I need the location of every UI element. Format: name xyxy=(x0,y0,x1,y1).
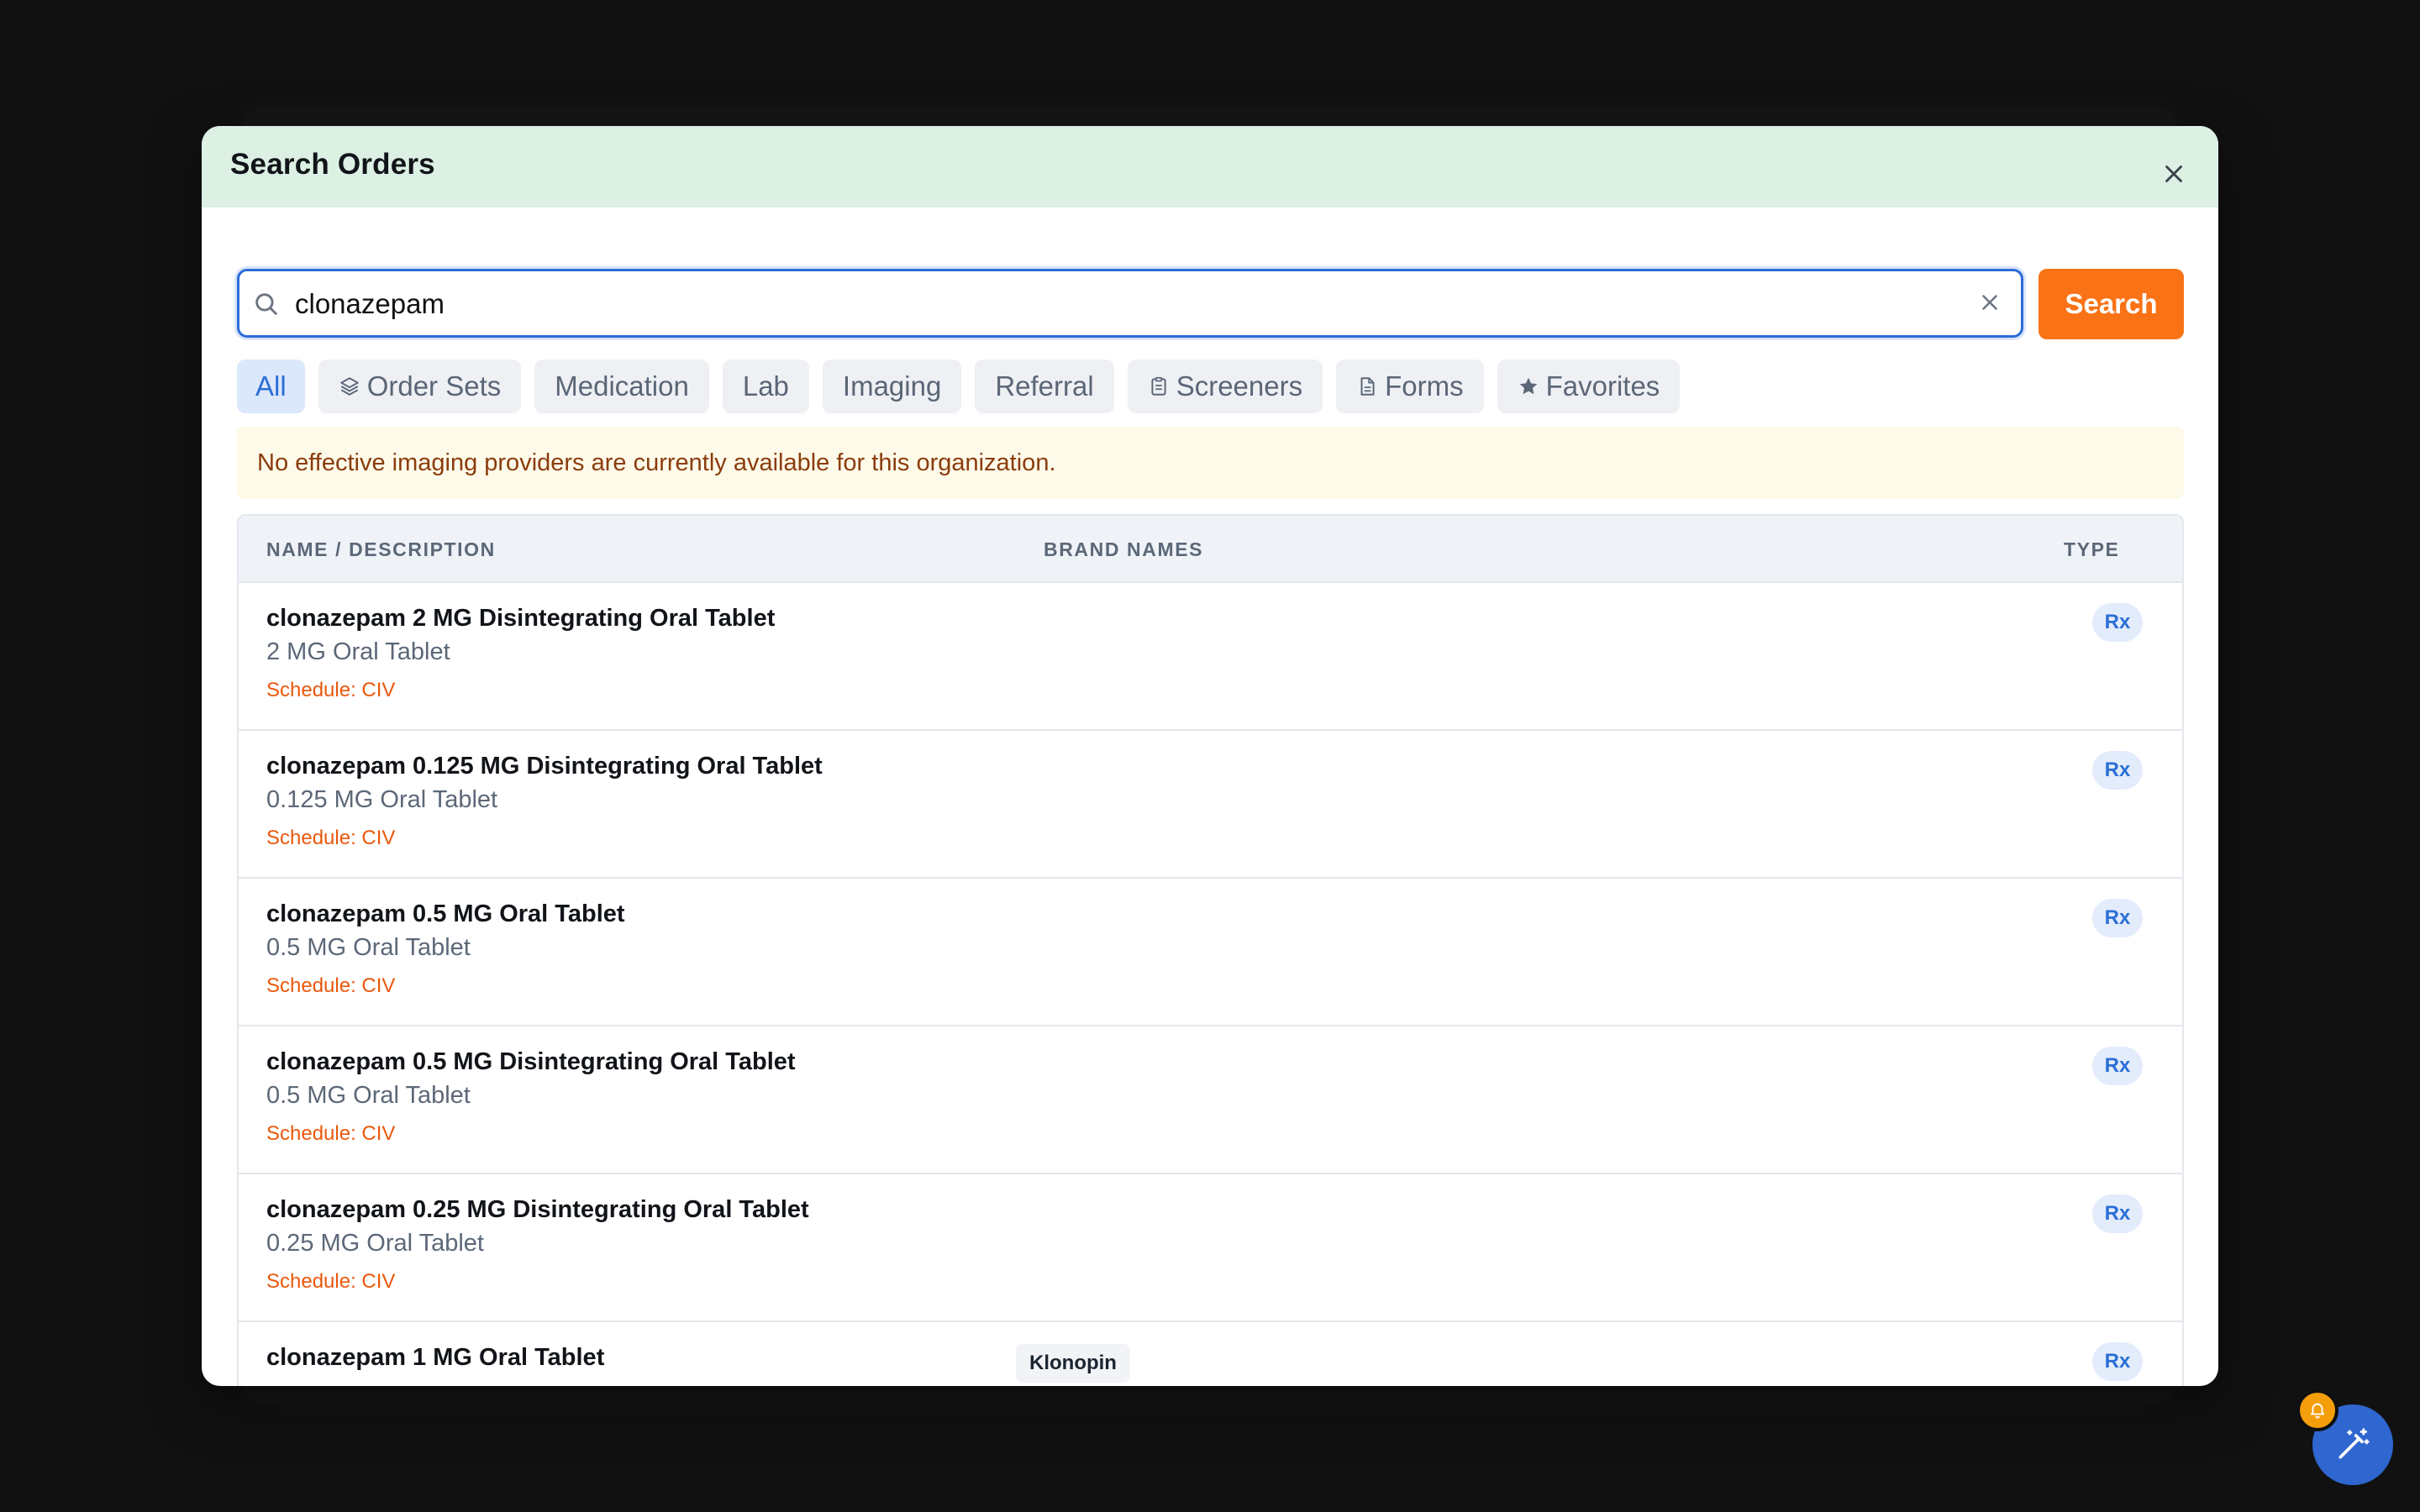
notification-badge[interactable] xyxy=(2296,1389,2338,1431)
search-button[interactable]: Search xyxy=(2039,269,2184,339)
table-row[interactable]: clonazepam 0.125 MG Disintegrating Oral … xyxy=(239,729,2182,877)
filter-tab-label: Screeners xyxy=(1176,370,1303,402)
brand-name-tag: Klonopin xyxy=(1016,1344,1130,1383)
filter-tab-label: Medication xyxy=(555,370,689,402)
clipboard-icon xyxy=(1151,376,1166,396)
type-badge: Rx xyxy=(2092,751,2143,790)
table-row[interactable]: clonazepam 0.5 MG Disintegrating Oral Ta… xyxy=(239,1025,2182,1173)
search-box xyxy=(237,269,2023,338)
order-description: 0.5 MG Oral Tablet xyxy=(266,1082,471,1109)
search-icon xyxy=(255,293,277,315)
table-row[interactable]: clonazepam 0.5 MG Oral Tablet 0.5 MG Ora… xyxy=(239,877,2182,1025)
filter-tab-label: Imaging xyxy=(842,370,942,402)
clear-search-icon[interactable] xyxy=(1977,290,2002,315)
table-row[interactable]: clonazepam 1 MG Oral Tablet Klonopin Rx xyxy=(239,1320,2182,1386)
order-name: clonazepam 2 MG Disintegrating Oral Tabl… xyxy=(266,605,776,632)
filter-tab-label: Referral xyxy=(995,370,1094,402)
filter-tab-lab[interactable]: Lab xyxy=(722,360,809,413)
table-row[interactable]: clonazepam 2 MG Disintegrating Oral Tabl… xyxy=(239,581,2182,729)
type-badge: Rx xyxy=(2092,899,2143,937)
filter-tab-medication[interactable]: Medication xyxy=(534,360,709,413)
filter-tabs: All Order Sets Medication Lab Imaging Re… xyxy=(237,360,1681,413)
column-header-name[interactable]: NAME / DESCRIPTION xyxy=(266,538,496,561)
order-description: 0.25 MG Oral Tablet xyxy=(266,1230,484,1257)
search-orders-modal: Search Orders Search All xyxy=(202,126,2218,1386)
document-icon xyxy=(1360,377,1375,396)
order-name: clonazepam 0.5 MG Oral Tablet xyxy=(266,900,625,927)
modal-header: Search Orders xyxy=(202,126,2218,207)
table-header: NAME / DESCRIPTION BRAND NAMES TYPE xyxy=(239,516,2182,581)
modal-title: Search Orders xyxy=(230,148,435,181)
order-name: clonazepam 0.25 MG Disintegrating Oral T… xyxy=(266,1196,809,1223)
order-description: 0.5 MG Oral Tablet xyxy=(266,934,471,961)
order-name: clonazepam 1 MG Oral Tablet xyxy=(266,1344,605,1371)
filter-tab-imaging[interactable]: Imaging xyxy=(822,360,962,413)
filter-tab-favorites[interactable]: Favorites xyxy=(1497,360,1681,413)
order-schedule: Schedule: CIV xyxy=(266,974,396,997)
order-name: clonazepam 0.5 MG Disintegrating Oral Ta… xyxy=(266,1048,796,1075)
order-description: 0.125 MG Oral Tablet xyxy=(266,786,498,813)
order-schedule: Schedule: CIV xyxy=(266,827,396,849)
star-icon xyxy=(1519,377,1537,395)
imaging-provider-alert: No effective imaging providers are curre… xyxy=(237,427,2184,499)
column-header-brand[interactable]: BRAND NAMES xyxy=(1044,538,1203,561)
filter-tab-label: All xyxy=(255,370,287,402)
close-icon xyxy=(2165,165,2182,182)
filter-tab-label: Favorites xyxy=(1545,370,1660,402)
table-row[interactable]: clonazepam 0.25 MG Disintegrating Oral T… xyxy=(239,1173,2182,1320)
filter-tab-all[interactable]: All xyxy=(237,360,305,413)
alert-message: No effective imaging providers are curre… xyxy=(257,449,1056,476)
filter-tab-label: Forms xyxy=(1385,370,1464,402)
order-schedule: Schedule: CIV xyxy=(266,1122,396,1145)
order-schedule: Schedule: CIV xyxy=(266,1270,396,1293)
layers-icon xyxy=(339,377,359,396)
search-input[interactable] xyxy=(293,280,1944,328)
filter-tab-screeners[interactable]: Screeners xyxy=(1127,360,1323,413)
search-row: Search xyxy=(237,269,2184,341)
filter-tab-label: Order Sets xyxy=(366,370,502,402)
magic-wand-icon xyxy=(2338,1428,2370,1459)
order-schedule: Schedule: CIV xyxy=(266,679,396,701)
results-table: NAME / DESCRIPTION BRAND NAMES TYPE clon… xyxy=(237,514,2184,1386)
bell-icon xyxy=(2310,1403,2325,1419)
filter-tab-label: Lab xyxy=(742,370,789,402)
type-badge: Rx xyxy=(2092,1194,2143,1233)
filter-tab-forms[interactable]: Forms xyxy=(1336,360,1484,413)
order-description: 2 MG Oral Tablet xyxy=(266,638,450,665)
type-badge: Rx xyxy=(2092,603,2143,642)
type-badge: Rx xyxy=(2092,1342,2143,1381)
close-button[interactable] xyxy=(2160,160,2188,188)
type-badge: Rx xyxy=(2092,1047,2143,1085)
column-header-type[interactable]: TYPE xyxy=(2064,538,2119,561)
filter-tab-order-sets[interactable]: Order Sets xyxy=(318,360,522,413)
order-name: clonazepam 0.125 MG Disintegrating Oral … xyxy=(266,753,823,780)
filter-tab-referral[interactable]: Referral xyxy=(975,360,1114,413)
